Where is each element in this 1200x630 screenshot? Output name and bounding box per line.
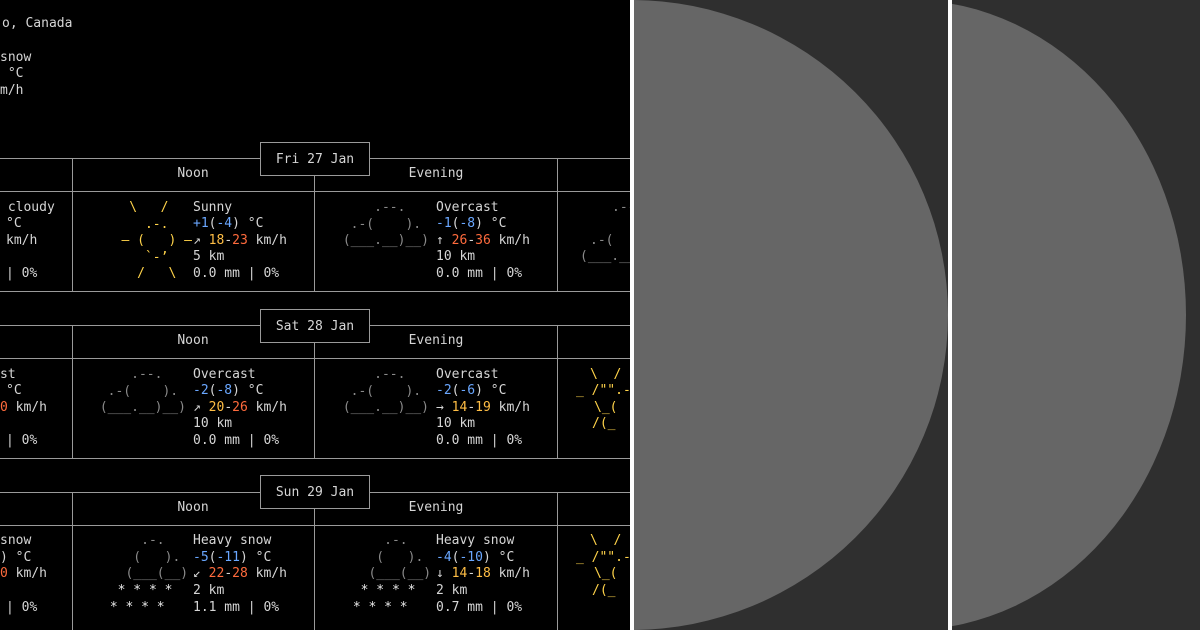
partial-temp: °C xyxy=(6,383,22,398)
current-condition: snow xyxy=(0,50,32,65)
partial-wind: km/h xyxy=(6,233,38,248)
moon-panel-right xyxy=(952,0,1200,630)
moon-panel-left xyxy=(634,0,948,630)
period-label-evening: Evening xyxy=(408,500,464,515)
partial-temp: °C xyxy=(6,216,22,231)
sun-cloud-icon-partial: /(_ xyxy=(592,583,616,598)
temperature: +1(-4) °C xyxy=(193,216,264,231)
condition-text: Overcast xyxy=(193,367,256,382)
sun-cloud-icon-partial: \_( xyxy=(594,566,618,581)
temperature: -2(-8) °C xyxy=(193,383,264,398)
cloud-icon-partial: .-( xyxy=(590,233,614,248)
partial-temp: ) °C xyxy=(0,550,32,565)
snow-cloud-icon: .-. ( ). (___(__) xyxy=(368,533,432,582)
wind: ↙ 22-28 km/h xyxy=(193,566,287,581)
visibility: 10 km xyxy=(436,249,476,264)
terminal-window: o, Canada snow °C m/h Fri 27 Jan Noon Ev… xyxy=(0,0,630,630)
sun-cloud-icon: \ / xyxy=(590,367,622,382)
condition-text: Heavy snow xyxy=(436,533,515,548)
visibility: 10 km xyxy=(436,416,476,431)
sun-cloud-icon-partial: _ /"".- xyxy=(576,383,630,398)
cloud-icon-partial: (___.__ xyxy=(580,249,630,264)
partial-wind: 0 km/h xyxy=(0,400,47,415)
period-label-evening: Evening xyxy=(408,333,464,348)
partial-condition: snow xyxy=(0,533,32,548)
condition-text: Sunny xyxy=(193,200,233,215)
temperature: -4(-10) °C xyxy=(436,550,515,565)
cloud-icon: .--. .-( ). (___.__)__) xyxy=(99,367,186,416)
sun-cloud-icon-partial: _ /"".- xyxy=(576,550,630,565)
date-text: Fri 27 Jan xyxy=(275,151,355,167)
cloud-icon: .-- xyxy=(612,200,630,215)
current-wind: m/h xyxy=(0,83,24,98)
current-temp: °C xyxy=(0,66,24,81)
partial-precip: | 0% xyxy=(6,600,38,615)
precipitation: 0.0 mm | 0% xyxy=(436,433,523,448)
snow-cloud-icon: .-. ( ). (___(__) xyxy=(125,533,189,582)
partial-precip: | 0% xyxy=(6,266,38,281)
wind: ↑ 26-36 km/h xyxy=(436,233,530,248)
sun-icon: \ / .-. ― ( ) ― `-’ / \ xyxy=(121,200,192,282)
visibility: 5 km xyxy=(193,249,225,264)
snowflakes-icon: * * * * * * * * xyxy=(352,583,416,615)
condition-text: Overcast xyxy=(436,367,499,382)
precipitation: 0.7 mm | 0% xyxy=(436,600,523,615)
moon-icon xyxy=(634,0,948,630)
temperature: -5(-11) °C xyxy=(193,550,272,565)
visibility: 2 km xyxy=(193,583,225,598)
precipitation: 0.0 mm | 0% xyxy=(193,266,280,281)
partial-wind: 0 km/h xyxy=(0,566,47,581)
snowflakes-icon: * * * * * * * * xyxy=(109,583,173,615)
wind: ↓ 14-18 km/h xyxy=(436,566,530,581)
visibility: 10 km xyxy=(193,416,233,431)
wind: ↗ 20-26 km/h xyxy=(193,400,287,415)
partial-condition: st xyxy=(0,367,16,382)
location-text: o, Canada xyxy=(2,16,73,31)
temperature: -1(-8) °C xyxy=(436,216,507,231)
cloud-icon: .--. .-( ). (___.__)__) xyxy=(342,200,429,249)
period-label-evening: Evening xyxy=(408,166,464,181)
sun-cloud-icon: \ / xyxy=(590,533,622,548)
precipitation: 1.1 mm | 0% xyxy=(193,600,280,615)
date-text: Sun 29 Jan xyxy=(275,484,355,500)
date-text: Sat 28 Jan xyxy=(275,318,355,334)
temperature: -2(-6) °C xyxy=(436,383,507,398)
sun-cloud-icon-partial: \_( xyxy=(594,400,618,415)
condition-text: Overcast xyxy=(436,200,499,215)
precipitation: 0.0 mm | 0% xyxy=(193,433,280,448)
precipitation: 0.0 mm | 0% xyxy=(436,266,523,281)
visibility: 2 km xyxy=(436,583,468,598)
wind: → 14-19 km/h xyxy=(436,400,530,415)
period-label-noon: Noon xyxy=(177,333,209,348)
moon-icon xyxy=(952,0,1186,630)
partial-precip: | 0% xyxy=(6,433,38,448)
wind: ↗ 18-23 km/h xyxy=(193,233,287,248)
condition-text: Heavy snow xyxy=(193,533,272,548)
period-label-noon: Noon xyxy=(177,166,209,181)
sun-cloud-icon-partial: /(_ xyxy=(592,416,616,431)
partial-condition: cloudy xyxy=(0,200,55,215)
period-label-noon: Noon xyxy=(177,500,209,515)
cloud-icon: .--. .-( ). (___.__)__) xyxy=(342,367,429,416)
